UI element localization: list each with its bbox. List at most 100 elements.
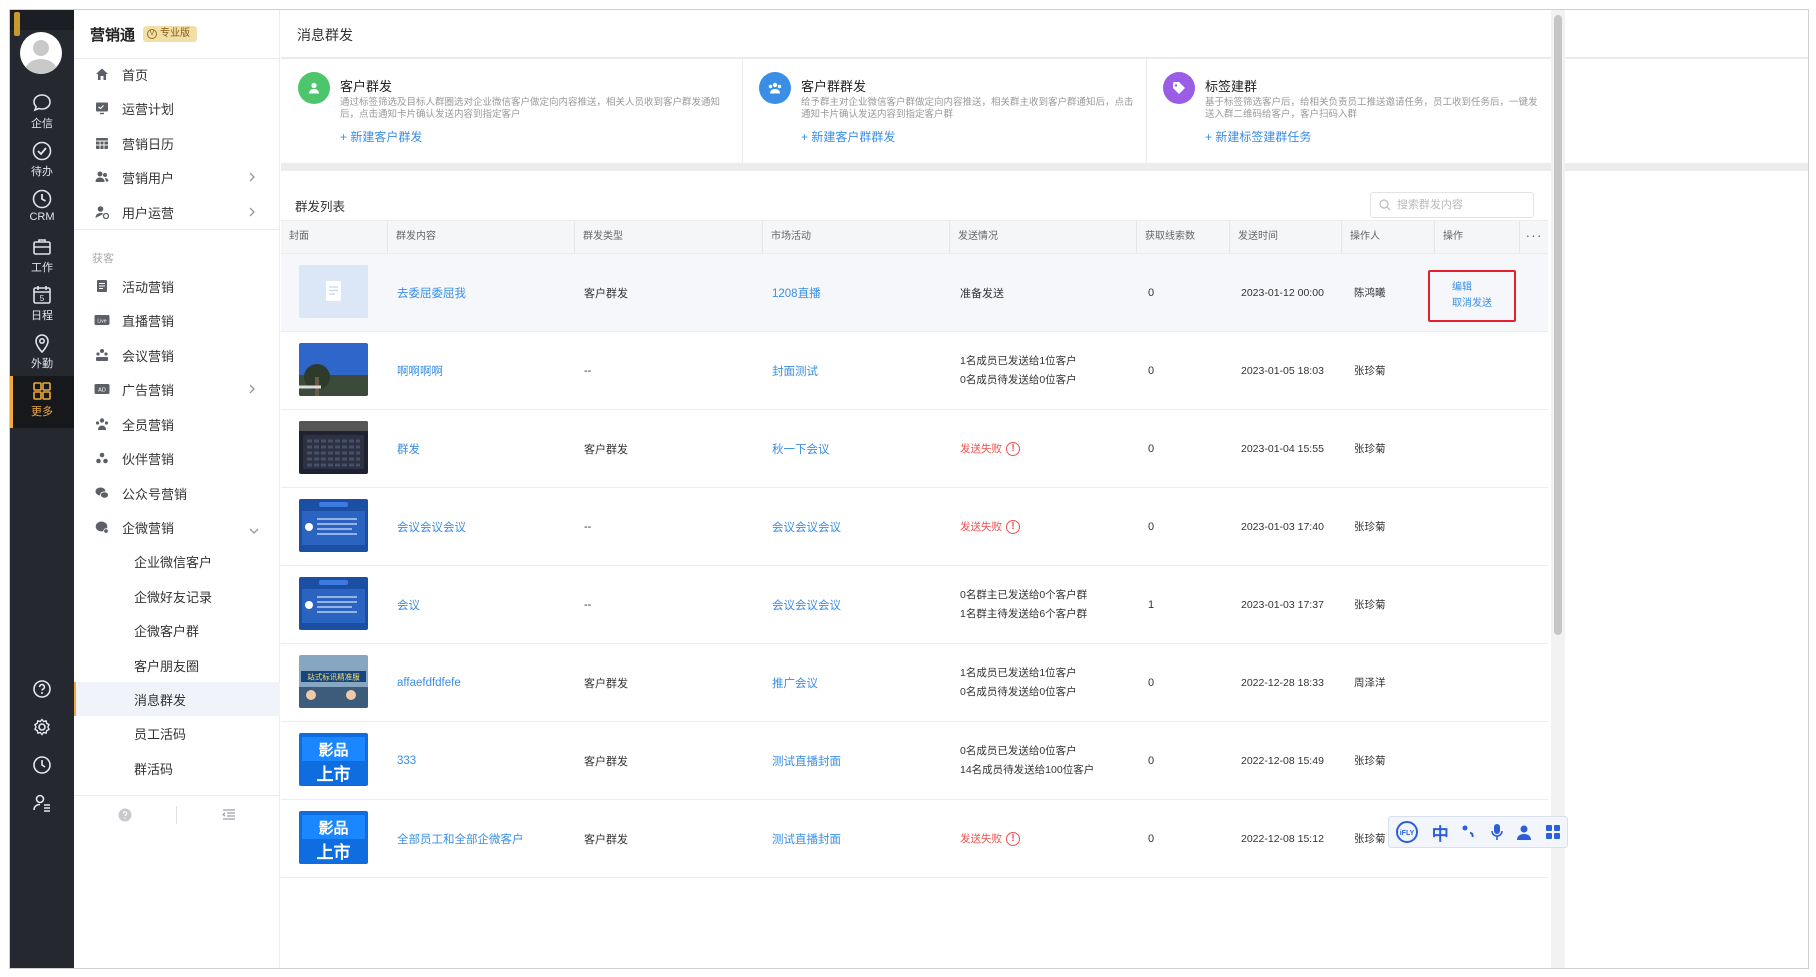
table-row[interactable]: 去委屈委屈我 客户群发 1208直播 准备发送 0 2023-01-12 00:00 陈鸿曦… — [281, 254, 1548, 332]
error-icon[interactable]: ! — [1006, 519, 1020, 534]
rail-item-check-circle[interactable]: 待办 — [10, 136, 74, 188]
menu-item-all-staff[interactable]: 全员营销 — [74, 407, 280, 441]
cover-thumbnail[interactable]: 影品 上市 — [299, 733, 368, 786]
sub-menu-item[interactable]: 员工活码 — [74, 716, 280, 750]
error-icon[interactable]: ! — [1006, 831, 1020, 846]
cover-thumbnail[interactable]: 影品 上市 — [299, 811, 368, 864]
cover-thumbnail[interactable] — [299, 577, 368, 630]
rail-item-chat-bubble[interactable]: 企信 — [10, 88, 74, 140]
activity-link[interactable]: 封面测试 — [772, 332, 818, 409]
cancel-send-button[interactable]: 取消发送 — [1452, 294, 1492, 309]
content-link[interactable]: affaefdfdfefe — [397, 644, 461, 721]
status-line: 0名成员已发送给0位客户 — [960, 744, 1077, 757]
menu-item-home[interactable]: 首页 — [74, 57, 280, 91]
menu-item-wechat-official[interactable]: 公众号营销 — [74, 476, 280, 510]
chevron-right-icon — [248, 171, 256, 186]
content-link[interactable]: 啊啊啊啊 — [397, 332, 443, 409]
content-link[interactable]: 群发 — [397, 410, 420, 487]
cover-thumbnail[interactable] — [299, 499, 368, 552]
edit-button[interactable]: 编辑 — [1452, 278, 1472, 293]
operator: 张珍菊 — [1354, 755, 1386, 767]
menu-item-live[interactable]: Live 直播营销 — [74, 303, 280, 337]
live-icon: Live — [94, 312, 110, 328]
sub-menu-item[interactable]: 企业微信客户 — [74, 544, 280, 578]
rail-item-briefcase[interactable]: 工作 — [10, 232, 74, 284]
help-small-icon[interactable] — [118, 808, 132, 827]
content-link[interactable]: 全部员工和全部企微客户 — [397, 800, 524, 877]
menu-item-activity[interactable]: 活动营销 — [74, 269, 280, 303]
activity-link[interactable]: 测试直播封面 — [772, 722, 841, 799]
settings-icon[interactable] — [28, 713, 56, 741]
sub-menu-item[interactable]: 消息群发 — [74, 682, 280, 716]
card-create-link[interactable]: + 新建客户群发 — [340, 128, 422, 145]
table-row[interactable]: 啊啊啊啊 -- 封面测试 1名成员已发送给1位客户 0名成员待发送给0位客户 0 2023-… — [281, 332, 1548, 410]
content-link[interactable]: 会议 — [397, 566, 420, 643]
menu-item-users[interactable]: 营销用户 — [74, 160, 280, 194]
content-link[interactable]: 去委屈委屈我 — [397, 254, 466, 331]
column-settings-button[interactable]: ··· — [1519, 221, 1548, 253]
collapse-menu-icon[interactable] — [222, 808, 236, 827]
content-link[interactable]: 会议会议会议 — [397, 488, 466, 565]
sub-menu-item[interactable]: 企微客户群 — [74, 613, 280, 647]
sub-menu-item[interactable]: 群活码 — [74, 751, 280, 785]
menu-item-plan[interactable]: 运营计划 — [74, 91, 280, 125]
cover-thumbnail[interactable] — [299, 421, 368, 474]
punctuation-icon[interactable] — [1461, 824, 1477, 840]
rail-item-grid-apps[interactable]: 更多 — [10, 376, 74, 428]
cover-thumbnail[interactable] — [299, 343, 368, 396]
content-link[interactable]: 333 — [397, 722, 416, 799]
account-settings-icon[interactable] — [28, 789, 56, 817]
send-time: 2022-12-28 18:33 — [1241, 676, 1324, 689]
rail-item-clock[interactable]: CRM — [10, 184, 74, 236]
sub-menu-item[interactable]: 企微好友记录 — [74, 579, 280, 613]
rail-item-calendar[interactable]: 5 日程 — [10, 280, 74, 332]
svg-text:影品: 影品 — [318, 741, 348, 759]
menu-item-partner[interactable]: 伙伴营销 — [74, 441, 280, 475]
scroll-thumb[interactable] — [1554, 15, 1562, 635]
search-box[interactable] — [1370, 192, 1534, 218]
error-icon[interactable]: ! — [1006, 441, 1020, 456]
apps-icon[interactable] — [1545, 824, 1561, 840]
operator: 张珍菊 — [1354, 521, 1386, 533]
menu-item-meeting[interactable]: 会议营销 — [74, 338, 280, 372]
card-create-link[interactable]: + 新建标签建群任务 — [1205, 128, 1311, 145]
meeting-icon — [94, 347, 110, 363]
wechat-official-icon — [94, 485, 110, 501]
help-icon[interactable] — [28, 675, 56, 703]
cover-thumbnail[interactable]: 站式标讯精准服 — [299, 655, 368, 708]
user-icon[interactable] — [1516, 824, 1532, 840]
table-row[interactable]: 群发 客户群发 秋一下会议 发送失败! 0 2023-01-04 15:55 张珍菊 — [281, 410, 1548, 488]
sub-menu-item[interactable]: 客户朋友圈 — [74, 648, 280, 682]
rail-item-location-pin[interactable]: 外勤 — [10, 328, 74, 380]
table-row[interactable]: 会议 -- 会议会议会议 0名群主已发送给0个客户群 1名群主待发送给6个客户群 1 202… — [281, 566, 1548, 644]
menu-item-wecom[interactable]: 企微营销 — [74, 510, 280, 544]
microphone-icon[interactable] — [1490, 823, 1504, 841]
card-divider — [1146, 59, 1147, 163]
menu-item-user-ops[interactable]: 用户运营 — [74, 195, 280, 229]
card-create-link[interactable]: + 新建客户群群发 — [801, 128, 895, 145]
search-input[interactable] — [1397, 199, 1527, 211]
menu-item-ad[interactable]: AD 广告营销 — [74, 372, 280, 406]
history-icon[interactable] — [28, 751, 56, 779]
column-header: 市场活动 — [762, 221, 949, 253]
activity-link[interactable]: 秋一下会议 — [772, 410, 830, 487]
activity-link[interactable]: 测试直播封面 — [772, 800, 841, 877]
ifly-logo-icon[interactable]: iFLY — [1395, 820, 1419, 844]
menu-item-calendar-grid[interactable]: 营销日历 — [74, 126, 280, 160]
sub-menu-item-label: 企微好友记录 — [134, 589, 213, 605]
activity-link[interactable]: 1208直播 — [772, 254, 821, 331]
calendar-grid-icon — [94, 135, 110, 151]
activity-link[interactable]: 会议会议会议 — [772, 488, 841, 565]
activity-link[interactable]: 会议会议会议 — [772, 566, 841, 643]
chevron-down-icon — [248, 523, 260, 538]
table-row[interactable]: 影品 上市 333 客户群发 测试直播封面 0名成员已发送给0位客户 14名成员待发送给10… — [281, 722, 1548, 800]
avatar[interactable] — [20, 32, 62, 74]
activity-link[interactable]: 推广会议 — [772, 644, 818, 721]
table-row[interactable]: 会议会议会议 -- 会议会议会议 发送失败! 0 2023-01-03 17:40 张珍菊 — [281, 488, 1548, 566]
ime-lang-toggle[interactable]: 中 — [1432, 820, 1449, 845]
leads-count: 0 — [1148, 520, 1155, 533]
menu-footer — [74, 795, 280, 835]
table-row[interactable]: 影品 上市 全部员工和全部企微客户 客户群发 测试直播封面 发送失败! 0 2022-12-0… — [281, 800, 1548, 878]
cover-thumbnail[interactable] — [299, 265, 368, 318]
table-row[interactable]: 站式标讯精准服 affaefdfdfefe 客户群发 推广会议 1名成员已发送给1位客户… — [281, 644, 1548, 722]
